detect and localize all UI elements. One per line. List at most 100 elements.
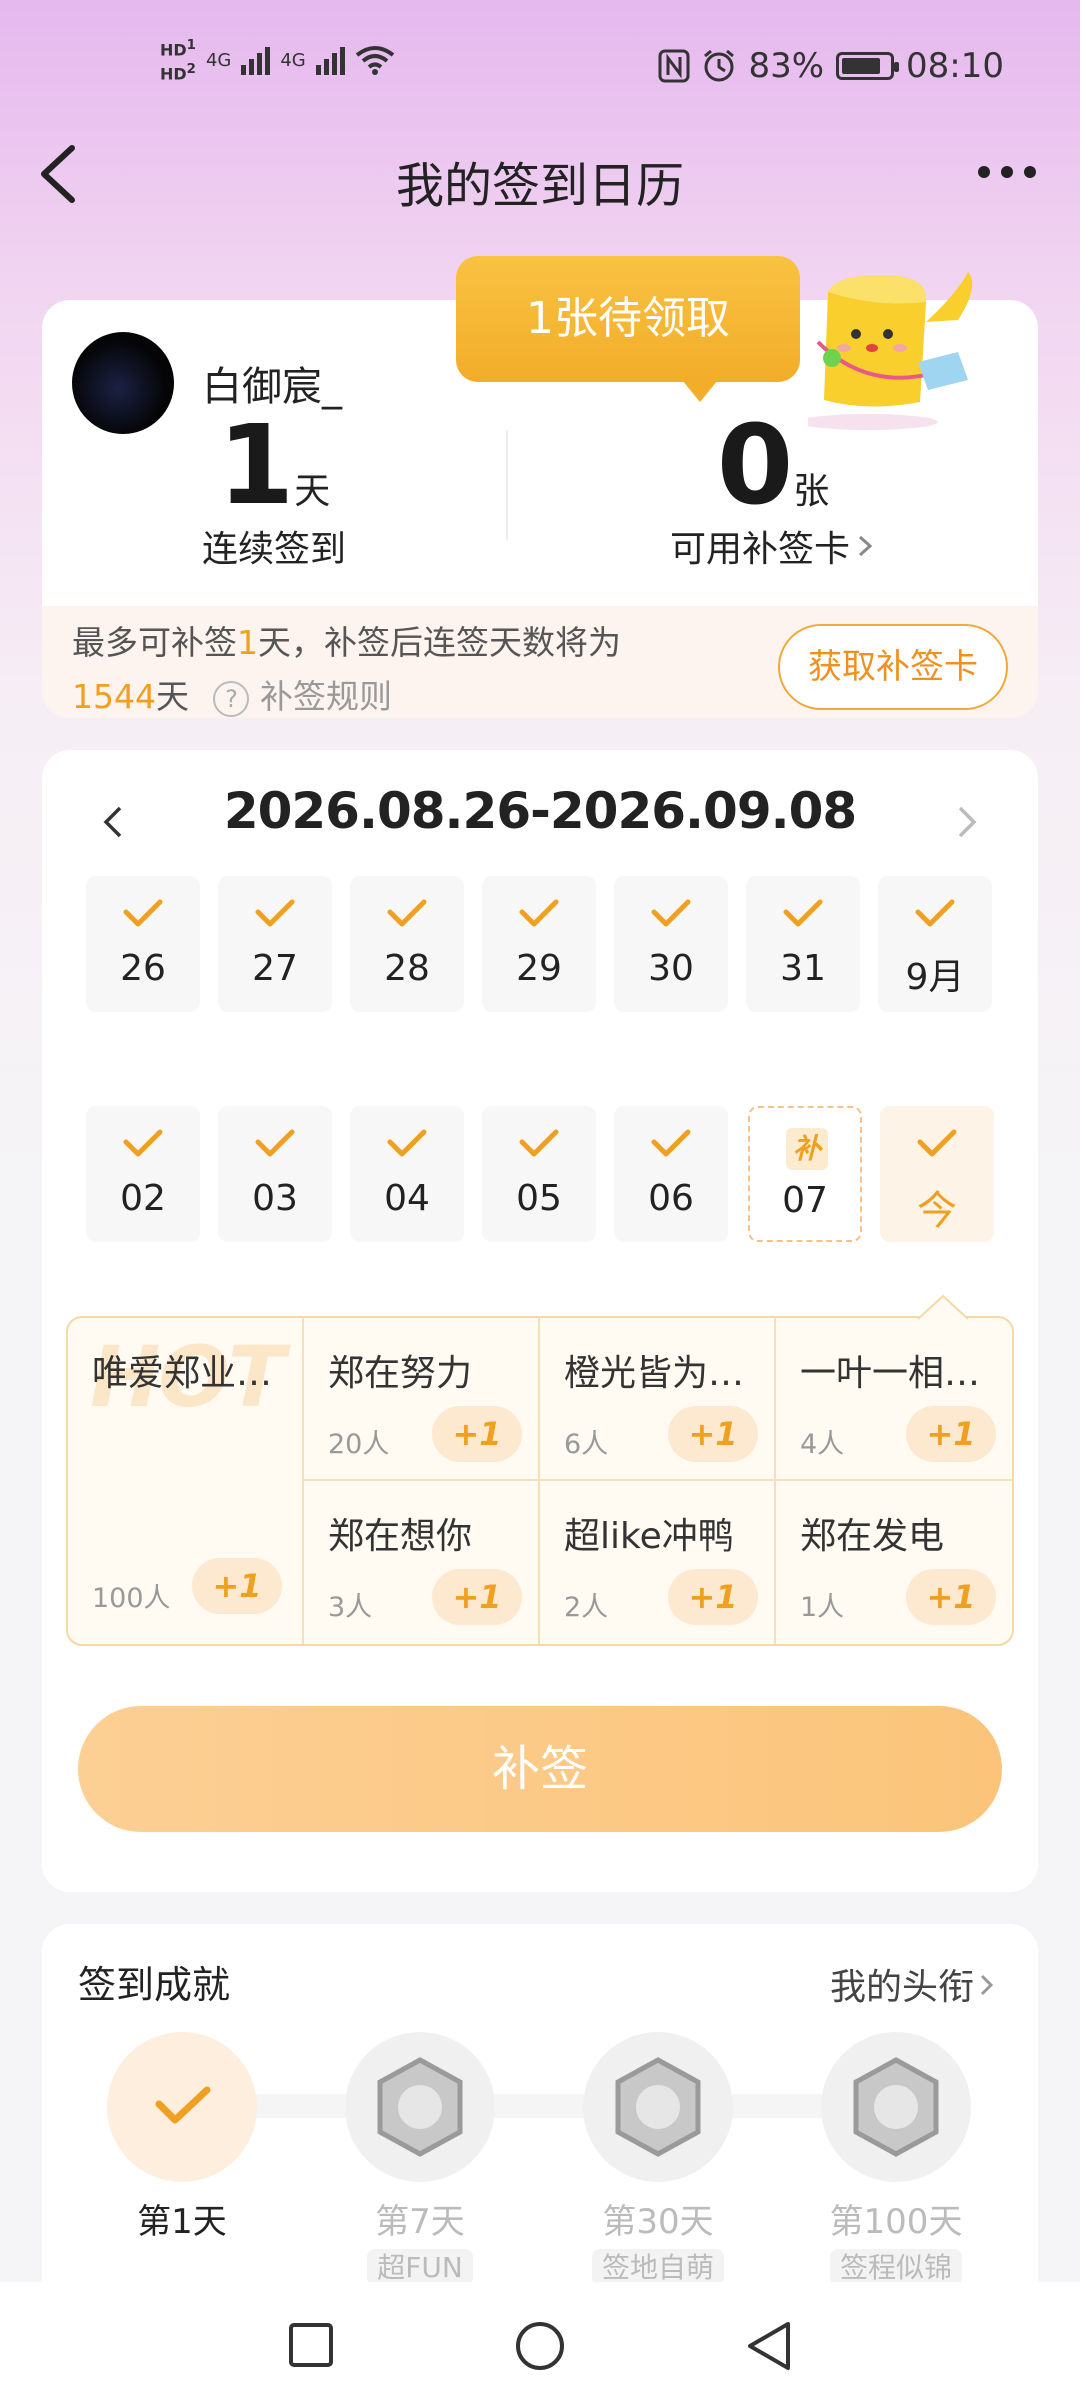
network-type-1: 4G	[205, 49, 232, 71]
achievement-tag: 签地自萌	[591, 2249, 724, 2286]
plus-one-button[interactable]: +1	[192, 1558, 282, 1614]
chevron-right-icon	[858, 535, 873, 557]
fan-group-cell[interactable]: 郑在努力 20人 +1	[304, 1318, 540, 1481]
calendar-day[interactable]: 03	[218, 1106, 332, 1242]
day-number: 31	[780, 948, 826, 989]
clock: 08:10	[906, 46, 1004, 86]
check-icon	[255, 899, 295, 927]
page-title: 我的签到日历	[395, 158, 684, 214]
home-icon[interactable]	[514, 2320, 566, 2372]
fan-group-cell[interactable]: 郑在发电 1人 +1	[776, 1481, 1012, 1644]
system-nav-bar	[0, 2282, 1080, 2400]
achievement-tag-wrap: 签地自萌	[548, 2246, 768, 2286]
fan-group-cell[interactable]: 橙光皆为… 6人 +1	[540, 1318, 776, 1481]
plus-one-button[interactable]: +1	[668, 1406, 758, 1462]
calendar-day[interactable]: 05	[482, 1106, 596, 1242]
streak-stat: 1天 连续签到	[42, 410, 506, 572]
group-count: 1人	[800, 1592, 845, 1623]
recents-icon[interactable]	[288, 2322, 334, 2368]
more-options-icon[interactable]	[978, 166, 1036, 178]
check-icon	[915, 899, 955, 927]
back-nav-icon[interactable]	[744, 2320, 794, 2372]
group-panel-pointer	[918, 1294, 968, 1320]
get-makeup-card-button[interactable]: 获取补签卡	[778, 624, 1008, 710]
achievement-badge[interactable]	[345, 2032, 495, 2182]
achievements-title: 签到成就	[78, 1963, 231, 2007]
locked-badge-icon	[853, 2057, 939, 2157]
plus-one-button[interactable]: +1	[432, 1569, 522, 1625]
fan-group-cell[interactable]: 一叶一相… 4人 +1	[776, 1318, 1012, 1481]
group-count: 4人	[800, 1429, 845, 1460]
calendar-day[interactable]: 31	[746, 876, 860, 1012]
pending-card-bubble[interactable]: 1张待领取	[456, 256, 800, 402]
achievement-tag: 超FUN	[367, 2249, 473, 2286]
signal-icon-2	[315, 45, 345, 76]
signal-icon	[241, 45, 271, 76]
calendar-day[interactable]: 06	[614, 1106, 728, 1242]
day-number: 27	[252, 948, 298, 989]
alarm-icon	[704, 49, 735, 82]
day-number: 05	[516, 1178, 562, 1219]
hd-indicator: HD1 HD2	[160, 38, 196, 84]
check-icon	[519, 899, 559, 927]
check-icon	[651, 899, 691, 927]
achievement-badge[interactable]	[107, 2032, 257, 2182]
calendar-day[interactable]: 30	[614, 876, 728, 1012]
calendar-day-makeup[interactable]: 补 07	[748, 1106, 862, 1242]
calendar-day[interactable]: 9月	[878, 876, 992, 1012]
plus-one-button[interactable]: +1	[906, 1406, 996, 1462]
day-number: 26	[120, 948, 166, 989]
check-icon	[155, 2086, 211, 2124]
locked-badge-icon	[377, 2057, 463, 2157]
status-bar-left: HD1 HD2 4G 4G	[160, 36, 395, 85]
check-icon	[783, 899, 823, 927]
achievement-badge[interactable]	[583, 2032, 733, 2182]
group-count: 6人	[564, 1429, 609, 1460]
fan-group-featured[interactable]: HOT 唯爱郑业… 100人 +1	[68, 1318, 304, 1644]
group-count: 100人	[92, 1583, 171, 1614]
group-name: 超like冲鸭	[564, 1516, 734, 1557]
nfc-icon	[658, 49, 690, 83]
day-number: 9月	[905, 957, 965, 998]
achievement-label: 第30天	[602, 2202, 714, 2242]
cards-label-row[interactable]: 可用补签卡	[508, 520, 1038, 572]
streak-unit: 天	[294, 471, 331, 512]
check-icon	[123, 899, 163, 927]
network-type-2: 4G	[280, 49, 306, 71]
rules-link[interactable]: ? 补签规则	[213, 677, 392, 717]
achievement-tag-wrap: 签程似锦	[786, 2246, 1006, 2286]
calendar-day-today[interactable]: 今	[880, 1106, 994, 1242]
day-number: 03	[252, 1178, 298, 1219]
group-name: 唯爱郑业…	[92, 1353, 273, 1394]
makeup-signin-button[interactable]: 补签	[78, 1706, 1002, 1832]
makeup-mark: 补	[786, 1128, 828, 1170]
plus-one-button[interactable]: +1	[432, 1406, 522, 1462]
fan-group-cell[interactable]: 郑在想你 3人 +1	[304, 1481, 540, 1644]
battery-percent: 83%	[748, 46, 825, 86]
group-count: 3人	[328, 1592, 373, 1623]
wifi-icon	[355, 46, 394, 76]
achievement-badge[interactable]	[821, 2032, 971, 2182]
achievement-label: 第100天	[829, 2202, 963, 2242]
makeup-card-stat[interactable]: 0张 可用补签卡	[508, 410, 1038, 572]
plus-one-button[interactable]: +1	[906, 1569, 996, 1625]
next-week-icon[interactable]	[952, 802, 982, 842]
calendar-day[interactable]: 27	[218, 876, 332, 1012]
check-icon	[255, 1129, 295, 1157]
calendar-day[interactable]: 28	[350, 876, 464, 1012]
check-icon	[519, 1129, 559, 1157]
today-label: 今	[917, 1188, 957, 1234]
calendar-day[interactable]: 04	[350, 1106, 464, 1242]
fan-group-cell[interactable]: 超like冲鸭 2人 +1	[540, 1481, 776, 1644]
group-name: 郑在发电	[800, 1516, 945, 1557]
plus-one-button[interactable]: +1	[668, 1569, 758, 1625]
check-icon	[651, 1129, 691, 1157]
calendar-day[interactable]: 26	[86, 876, 200, 1012]
my-titles-link[interactable]: 我的头衔	[830, 1958, 996, 2010]
day-number: 02	[120, 1178, 166, 1219]
progress-track	[192, 2094, 912, 2118]
calendar-day[interactable]: 29	[482, 876, 596, 1012]
check-icon	[123, 1129, 163, 1157]
calendar-day[interactable]: 02	[86, 1106, 200, 1242]
streak-value: 1	[217, 401, 295, 529]
